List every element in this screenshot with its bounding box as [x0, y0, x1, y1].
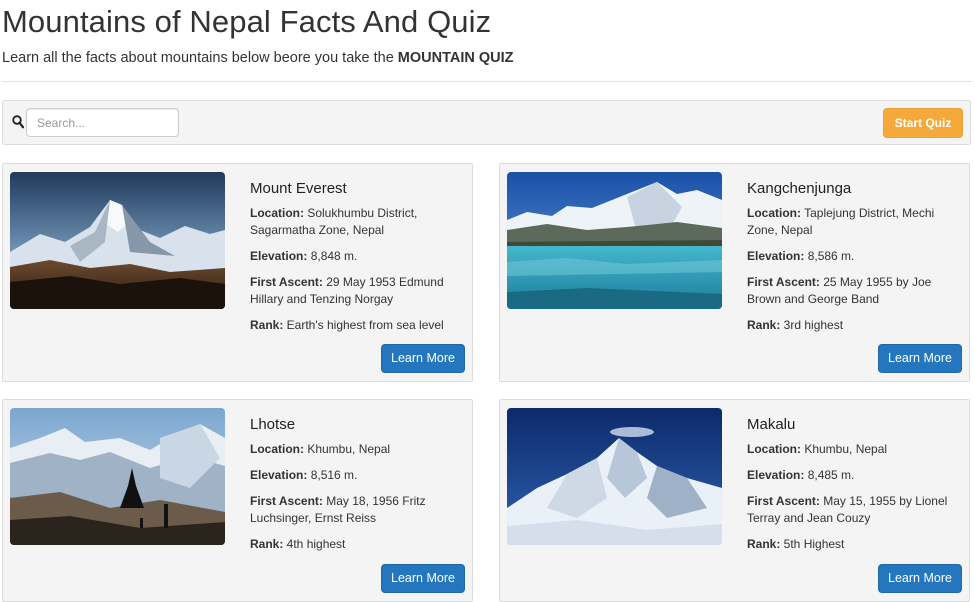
- first-ascent-fact: First Ascent: May 15, 1955 by Lionel Ter…: [747, 493, 962, 527]
- header-divider: [2, 81, 972, 82]
- elevation-value: 8,516 m.: [307, 468, 358, 482]
- first-ascent-label: First Ascent:: [747, 275, 820, 289]
- elevation-label: Elevation:: [747, 249, 805, 263]
- mountain-card-kangchenjunga: Kangchenjunga Location: Taplejung Distri…: [499, 163, 970, 382]
- first-ascent-fact: First Ascent: 25 May 1955 by Joe Brown a…: [747, 274, 962, 308]
- start-quiz-button[interactable]: Start Quiz: [883, 108, 963, 138]
- makalu-info: Makalu Location: Khumbu, Nepal Elevation…: [747, 416, 962, 562]
- location-label: Location:: [250, 206, 304, 220]
- subtitle-text: Learn all the facts about mountains belo…: [2, 50, 398, 66]
- rank-label: Rank:: [250, 318, 284, 332]
- page-title: Mountains of Nepal Facts And Quiz: [2, 4, 492, 39]
- rank-fact: Rank: 5th Highest: [747, 536, 962, 553]
- lhotse-photo: [10, 408, 225, 545]
- mountain-name: Lhotse: [250, 416, 296, 433]
- rank-label: Rank:: [250, 537, 284, 551]
- elevation-fact: Elevation: 8,485 m.: [747, 467, 962, 484]
- location-fact: Location: Solukhumbu District, Sagarmath…: [250, 205, 465, 239]
- mountain-name: Mount Everest: [250, 180, 347, 197]
- mountain-card-everest: Mount Everest Location: Solukhumbu Distr…: [2, 163, 473, 382]
- location-fact: Location: Khumbu, Nepal: [747, 441, 962, 458]
- rank-value: 3rd highest: [780, 318, 844, 332]
- elevation-fact: Elevation: 8,516 m.: [250, 467, 465, 484]
- rank-value: 5th Highest: [780, 537, 845, 551]
- mountain-name: Kangchenjunga: [747, 180, 852, 197]
- learn-more-button[interactable]: Learn More: [381, 564, 465, 593]
- location-label: Location:: [747, 442, 801, 456]
- location-value: Khumbu, Nepal: [801, 442, 888, 456]
- mountain-name: Makalu: [747, 416, 796, 433]
- location-fact: Location: Khumbu, Nepal: [250, 441, 465, 458]
- search-input[interactable]: [26, 108, 179, 137]
- first-ascent-label: First Ascent:: [250, 275, 323, 289]
- elevation-fact: Elevation: 8,848 m.: [250, 248, 465, 265]
- location-label: Location:: [747, 206, 801, 220]
- subtitle-quiz-emphasis: MOUNTAIN QUIZ: [397, 50, 514, 66]
- search-icon: [12, 115, 25, 129]
- everest-photo: [10, 172, 225, 309]
- lhotse-info: Lhotse Location: Khumbu, Nepal Elevation…: [250, 416, 465, 562]
- rank-value: Earth's highest from sea level: [283, 318, 444, 332]
- location-label: Location:: [250, 442, 304, 456]
- search-toolbar: Start Quiz: [2, 100, 971, 145]
- rank-fact: Rank: Earth's highest from sea level: [250, 317, 465, 334]
- elevation-value: 8,485 m.: [804, 468, 855, 482]
- mountain-card-makalu: Makalu Location: Khumbu, Nepal Elevation…: [499, 399, 970, 602]
- location-fact: Location: Taplejung District, Mechi Zone…: [747, 205, 962, 239]
- elevation-value: 8,586 m.: [804, 249, 855, 263]
- first-ascent-fact: First Ascent: May 18, 1956 Fritz Luchsin…: [250, 493, 465, 527]
- elevation-value: 8,848 m.: [307, 249, 358, 263]
- rank-fact: Rank: 4th highest: [250, 536, 465, 553]
- location-value: Khumbu, Nepal: [304, 442, 391, 456]
- first-ascent-label: First Ascent:: [747, 494, 820, 508]
- rank-label: Rank:: [747, 318, 781, 332]
- page-subtitle: Learn all the facts about mountains belo…: [2, 50, 514, 66]
- rank-label: Rank:: [747, 537, 781, 551]
- mountain-card-lhotse: Lhotse Location: Khumbu, Nepal Elevation…: [2, 399, 473, 602]
- kangchenjunga-photo: [507, 172, 722, 309]
- first-ascent-fact: First Ascent: 29 May 1953 Edmund Hillary…: [250, 274, 465, 308]
- everest-info: Mount Everest Location: Solukhumbu Distr…: [250, 180, 465, 343]
- elevation-label: Elevation:: [747, 468, 805, 482]
- learn-more-button[interactable]: Learn More: [878, 564, 962, 593]
- elevation-fact: Elevation: 8,586 m.: [747, 248, 962, 265]
- first-ascent-label: First Ascent:: [250, 494, 323, 508]
- makalu-photo: [507, 408, 722, 545]
- learn-more-button[interactable]: Learn More: [381, 344, 465, 373]
- kangchenjunga-info: Kangchenjunga Location: Taplejung Distri…: [747, 180, 962, 343]
- learn-more-button[interactable]: Learn More: [878, 344, 962, 373]
- elevation-label: Elevation:: [250, 249, 308, 263]
- elevation-label: Elevation:: [250, 468, 308, 482]
- rank-fact: Rank: 3rd highest: [747, 317, 962, 334]
- rank-value: 4th highest: [283, 537, 346, 551]
